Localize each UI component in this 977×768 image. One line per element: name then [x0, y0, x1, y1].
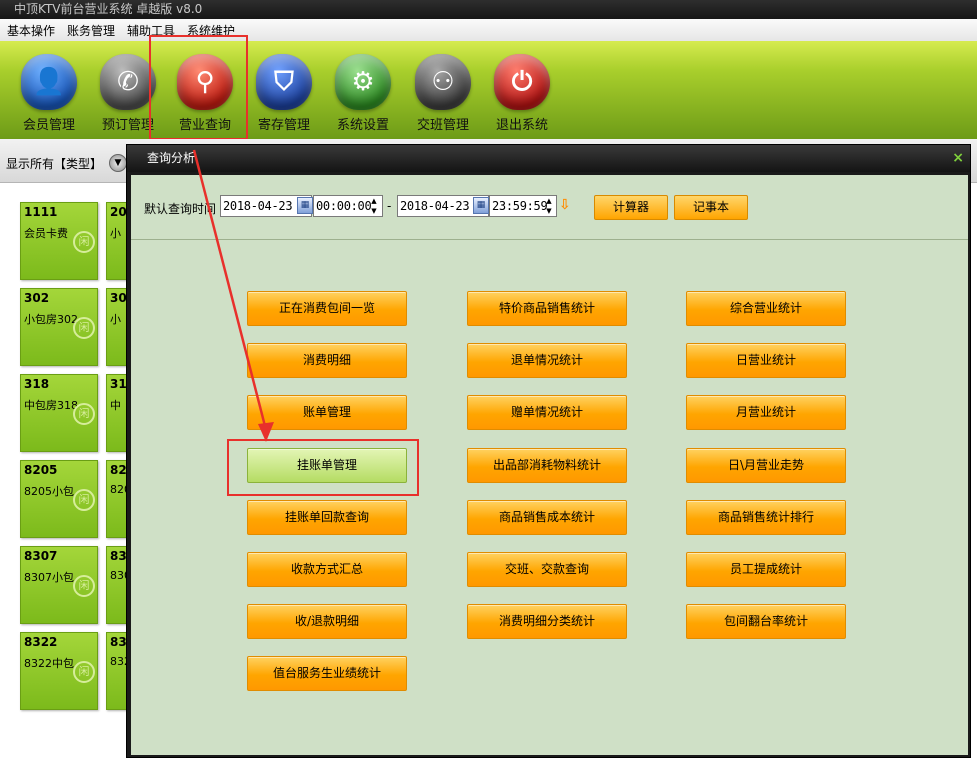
annotation-arrow	[192, 149, 274, 442]
annotation-arrow-line	[192, 149, 268, 431]
annotation-arrow-head	[258, 422, 274, 442]
